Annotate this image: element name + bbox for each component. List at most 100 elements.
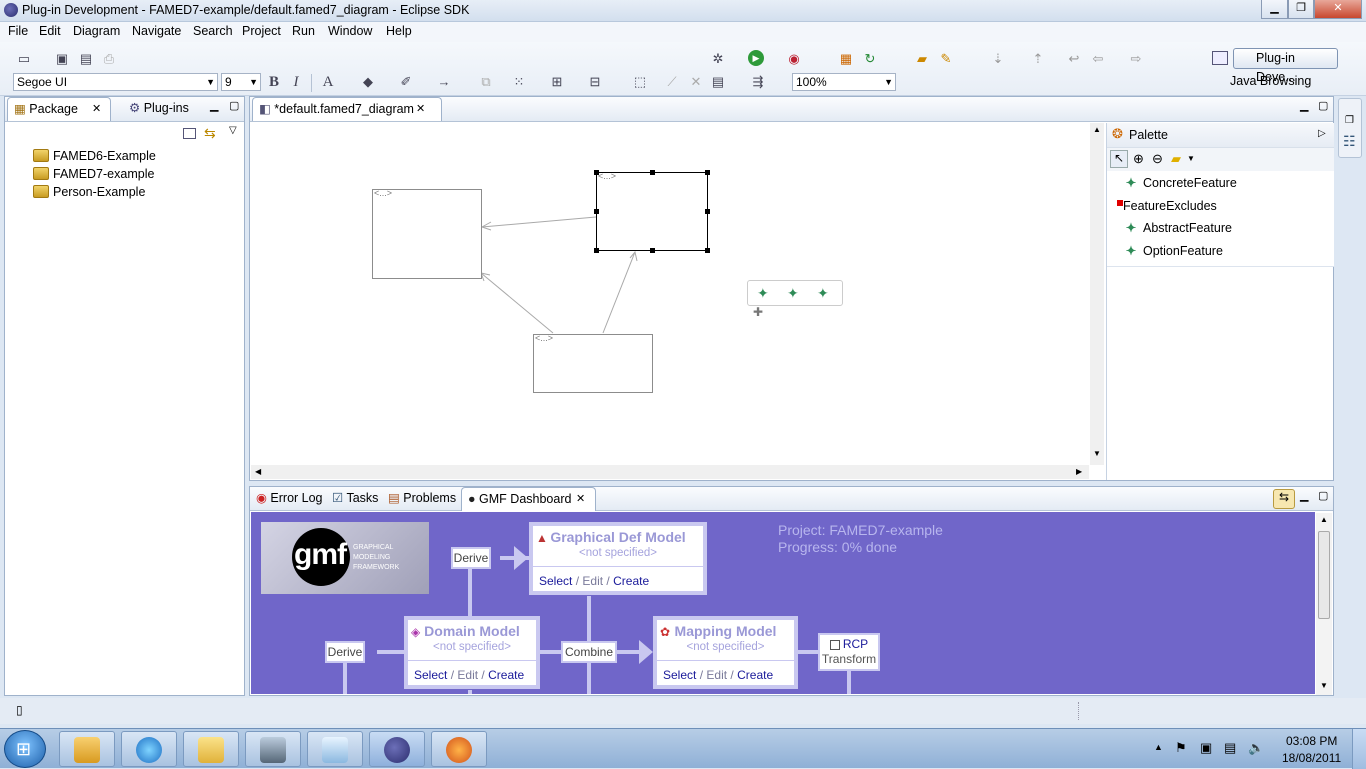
refresh-icon[interactable]: ↻: [862, 51, 878, 67]
concrete-feature-icon[interactable]: ✦: [817, 285, 829, 302]
taskbar-notepad[interactable]: [307, 731, 363, 767]
palette-item-feature-excludes[interactable]: FeatureExcludes: [1117, 196, 1217, 216]
maximize-view-icon[interactable]: ▢: [1318, 99, 1328, 112]
volume-icon[interactable]: 🔈: [1248, 740, 1264, 756]
menu-project[interactable]: Project: [242, 24, 281, 38]
new-plugin-icon[interactable]: ▦: [838, 51, 854, 67]
minimize-view-icon[interactable]: ▁: [1300, 489, 1308, 502]
print-icon[interactable]: ⎙: [101, 51, 117, 67]
menu-search[interactable]: Search: [193, 24, 233, 38]
tab-problems[interactable]: ▤ Problems: [382, 487, 460, 511]
create-link[interactable]: Create: [488, 668, 524, 682]
minimize-view-icon[interactable]: ▁: [1300, 99, 1308, 112]
save-icon[interactable]: ▣: [54, 51, 70, 67]
perspective-java-browsing[interactable]: Java Browsing: [1212, 72, 1311, 90]
prev-annotation-icon[interactable]: ⇡: [1030, 51, 1046, 67]
perspective-plugin-dev[interactable]: Plug-in Deve...: [1233, 48, 1338, 84]
show-hidden-icons[interactable]: ▲: [1154, 742, 1163, 752]
layout-icon[interactable]: ▤: [710, 74, 726, 90]
tab-package[interactable]: ▦ Package ✕: [7, 97, 111, 121]
select-tool-icon[interactable]: ↖: [1110, 150, 1128, 168]
close-icon[interactable]: ✕: [576, 488, 585, 511]
close-icon[interactable]: ✕: [92, 98, 101, 121]
delete-icon[interactable]: ✕: [688, 74, 704, 90]
diagram-canvas[interactable]: <...> <...> <...> ✦ ✦ ✦ ✚: [251, 123, 1089, 465]
tree-item-famed6[interactable]: FAMED6-Example: [33, 147, 156, 165]
derive-button-left[interactable]: Derive: [325, 641, 365, 663]
palette-item-option-feature[interactable]: ✦ OptionFeature: [1123, 241, 1223, 261]
resize-handle[interactable]: [705, 209, 710, 214]
select-link[interactable]: Select: [414, 668, 447, 682]
edit-link[interactable]: Edit: [457, 668, 478, 682]
router-icon[interactable]: ⟋: [664, 74, 680, 90]
resize-handle[interactable]: [650, 248, 655, 253]
run-icon[interactable]: ▶: [748, 50, 764, 66]
menu-diagram[interactable]: Diagram: [73, 24, 120, 38]
back-icon[interactable]: ⇦: [1090, 51, 1106, 67]
minimize-button[interactable]: ▁: [1261, 0, 1288, 19]
link-editor-icon[interactable]: ⇆: [204, 125, 216, 142]
feature-node-bottom[interactable]: <...>: [533, 333, 653, 393]
taskbar-network[interactable]: [245, 731, 301, 767]
tab-diagram[interactable]: ◧ *default.famed7_diagram ✕: [252, 97, 442, 121]
zoom-in-icon[interactable]: ⊕: [1133, 151, 1144, 167]
concrete-feature-icon[interactable]: ✦: [757, 285, 769, 302]
taskbar-explorer[interactable]: [183, 731, 239, 767]
resize-handle[interactable]: [594, 209, 599, 214]
resize-handle[interactable]: [594, 170, 599, 175]
close-button[interactable]: ✕: [1314, 0, 1362, 19]
tab-tasks[interactable]: ☑ Tasks: [326, 487, 381, 511]
palette-collapse-icon[interactable]: ▷: [1318, 128, 1326, 139]
taskbar-eclipse[interactable]: [369, 731, 425, 767]
maximize-view-icon[interactable]: ▢: [229, 99, 239, 112]
tree-item-person[interactable]: Person-Example: [33, 183, 145, 201]
create-link[interactable]: Create: [613, 574, 649, 588]
feature-node-selected[interactable]: <...>: [596, 171, 708, 251]
canvas-vertical-scrollbar[interactable]: ▲ ▼: [1090, 123, 1104, 465]
close-icon[interactable]: ✕: [416, 98, 425, 121]
forward-icon[interactable]: ⇨: [1128, 51, 1144, 67]
navigation-icon[interactable]: ⇶: [750, 74, 766, 90]
arrange-icon[interactable]: ⊞: [549, 74, 565, 90]
annotation-icon[interactable]: ⇣: [990, 51, 1006, 67]
auto-size-icon[interactable]: ⬚: [632, 74, 648, 90]
note-tool-icon[interactable]: ▰: [1171, 151, 1181, 167]
open-perspective-icon[interactable]: [1212, 51, 1228, 65]
new-icon[interactable]: ▭: [16, 51, 32, 67]
maximize-view-icon[interactable]: ▢: [1318, 489, 1328, 502]
network-tray-icon[interactable]: ▤: [1224, 740, 1236, 756]
tab-error-log[interactable]: ◉ Error Log: [250, 487, 325, 511]
palette-item-concrete-feature[interactable]: ✦ ConcreteFeature: [1123, 173, 1237, 193]
clock-time[interactable]: 03:08 PM: [1286, 734, 1337, 748]
outline-icon[interactable]: ☷: [1343, 133, 1356, 150]
create-link[interactable]: Create: [737, 668, 773, 682]
font-color-icon[interactable]: A: [320, 74, 336, 90]
scroll-thumb[interactable]: [1318, 531, 1330, 619]
show-desktop-button[interactable]: [1352, 729, 1366, 769]
last-edit-icon[interactable]: ↩: [1066, 51, 1082, 67]
menu-navigate[interactable]: Navigate: [132, 24, 181, 38]
collapse-all-icon[interactable]: [183, 128, 196, 139]
scroll-up-icon[interactable]: ▲: [1320, 515, 1328, 524]
taskbar-firefox[interactable]: [431, 731, 487, 767]
tab-plugins[interactable]: ⚙ Plug-ins: [123, 97, 203, 121]
font-size-select[interactable]: 9 ▼: [221, 73, 261, 91]
select-all-icon[interactable]: ⁙: [511, 74, 527, 90]
tree-item-famed7[interactable]: FAMED7-example: [33, 165, 154, 183]
start-button[interactable]: ⊞: [4, 730, 46, 768]
select-link[interactable]: Select: [663, 668, 696, 682]
tab-gmf-dashboard[interactable]: ● GMF Dashboard ✕: [461, 487, 596, 511]
menu-window[interactable]: Window: [328, 24, 372, 38]
taskbar-ie[interactable]: [121, 731, 177, 767]
font-name-select[interactable]: Segoe UI ▼: [13, 73, 218, 91]
chevron-down-icon[interactable]: ▼: [1187, 154, 1195, 163]
resize-handle[interactable]: [705, 170, 710, 175]
resize-handle[interactable]: [705, 248, 710, 253]
scroll-right-icon[interactable]: ▶: [1076, 467, 1082, 476]
feature-node-left[interactable]: <...>: [372, 188, 482, 279]
clock-date[interactable]: 18/08/2011: [1282, 751, 1341, 765]
open-type-icon[interactable]: ▰: [914, 51, 930, 67]
edit-link[interactable]: Edit: [582, 574, 603, 588]
scroll-up-icon[interactable]: ▲: [1093, 125, 1101, 134]
derive-button-top[interactable]: Derive: [451, 547, 491, 569]
